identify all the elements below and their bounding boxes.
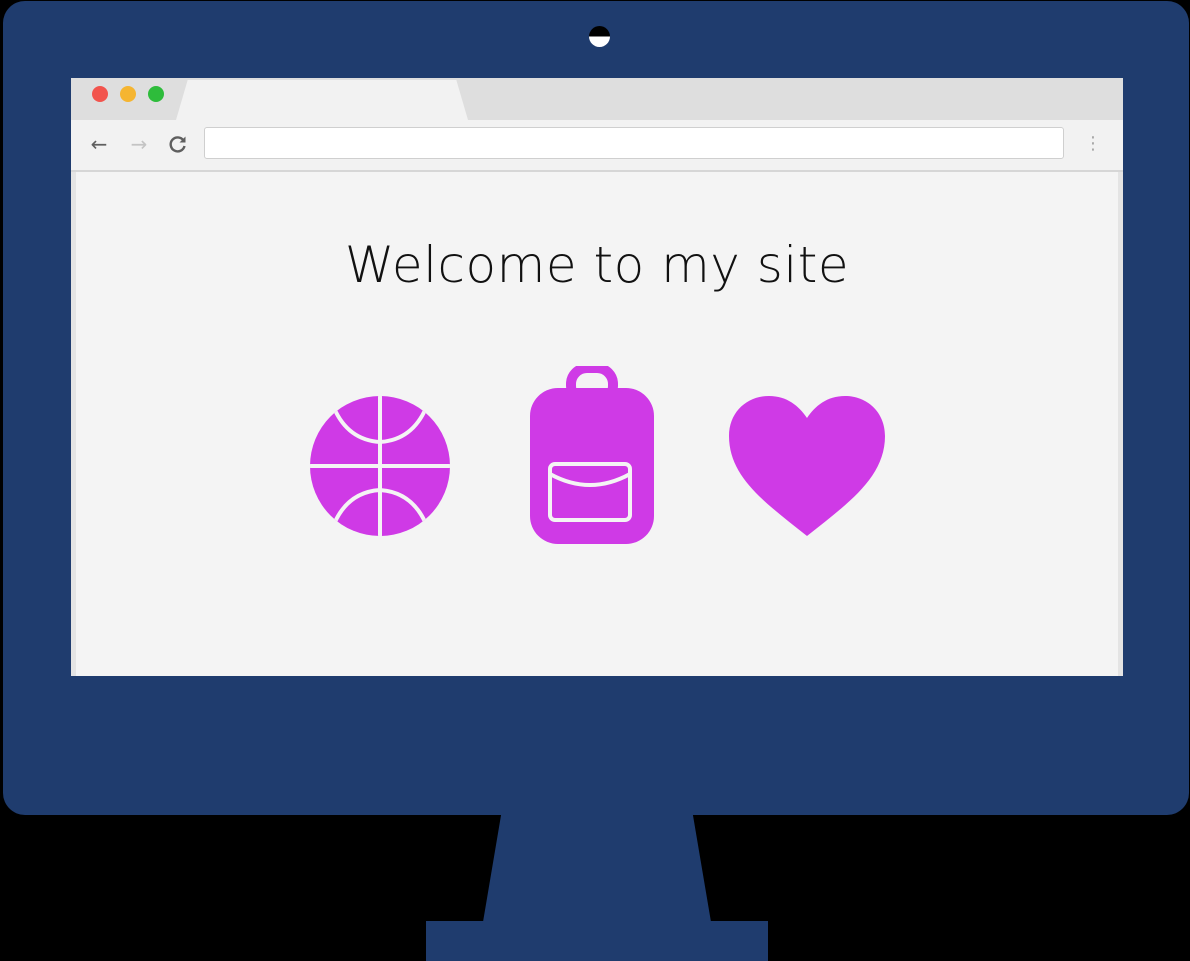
browser-toolbar: ← → ⋮ (71, 120, 1123, 172)
browser-window: ← → ⋮ Welcome to my site (71, 78, 1123, 676)
page-heading: Welcome to my site (344, 236, 850, 294)
reload-icon[interactable] (166, 132, 190, 156)
tab-bar (71, 78, 1123, 120)
maximize-window-button[interactable] (148, 86, 164, 102)
backpack-icon (526, 363, 658, 546)
forward-arrow-icon[interactable]: → (127, 132, 151, 156)
more-vertical-icon[interactable]: ⋮ (1083, 132, 1103, 156)
minimize-window-button[interactable] (120, 86, 136, 102)
close-window-button[interactable] (92, 86, 108, 102)
tab-active[interactable] (176, 80, 468, 120)
back-arrow-icon[interactable]: ← (87, 132, 111, 156)
address-bar-input[interactable] (204, 127, 1064, 159)
heart-icon (727, 394, 887, 538)
basketball-icon (308, 394, 452, 538)
monitor-stand-base (426, 921, 768, 961)
camera-icon (589, 26, 610, 47)
page-content: Welcome to my site (71, 172, 1123, 676)
monitor-stand-neck (483, 814, 711, 922)
